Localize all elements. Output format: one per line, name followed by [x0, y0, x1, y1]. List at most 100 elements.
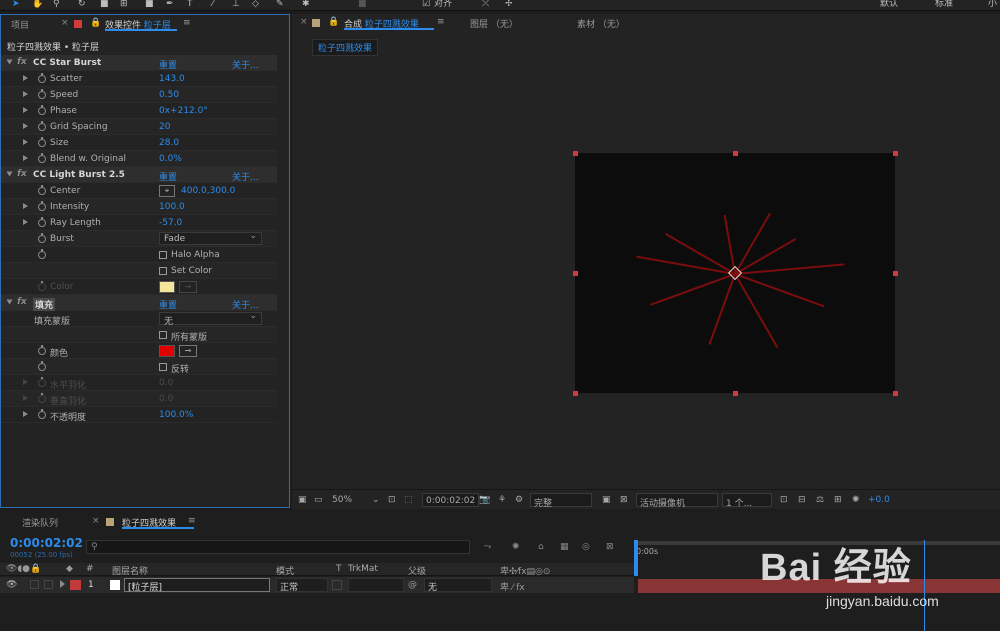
stopwatch-icon[interactable] [38, 201, 46, 211]
lock-toggle[interactable] [44, 580, 53, 589]
set-color-checkbox[interactable] [159, 267, 167, 275]
fx-icon[interactable]: fx [17, 297, 27, 307]
fx-icon[interactable]: fx [17, 169, 27, 179]
search-input[interactable]: ⚲ [86, 540, 470, 554]
lock-icon[interactable]: 🔒 [328, 17, 339, 27]
comp-subtab[interactable]: 粒子四溅效果 [312, 39, 379, 56]
stopwatch-icon[interactable] [38, 89, 46, 99]
transform-handle[interactable] [893, 271, 898, 276]
about-button[interactable]: 关于... [232, 58, 259, 71]
mask-tool-icon[interactable]: ■ [145, 0, 154, 10]
expand-arrow-icon[interactable] [23, 411, 28, 417]
stopwatch-icon[interactable] [38, 185, 46, 195]
stopwatch-icon[interactable] [38, 233, 46, 243]
about-button[interactable]: 关于... [232, 170, 259, 183]
layer-label-color[interactable] [70, 580, 81, 590]
expand-arrow-icon[interactable] [60, 580, 65, 588]
property-value[interactable]: 28.0 [159, 138, 179, 148]
workspace-default[interactable]: 默认 [880, 0, 898, 10]
hand-tool-icon[interactable]: ✋ [32, 0, 43, 10]
collapse-arrow-icon[interactable] [6, 59, 13, 65]
expand-arrow-icon[interactable] [23, 219, 28, 225]
color-swatch[interactable] [159, 345, 175, 357]
tab-project[interactable]: 项目 [11, 18, 29, 31]
property-value[interactable]: 100.0% [159, 410, 193, 420]
tab-render-queue[interactable]: 渲染队列 [22, 516, 58, 529]
lock-icon[interactable]: 🔒 [90, 18, 101, 28]
pickwhip-icon[interactable]: @ [408, 580, 417, 590]
rotate-tool-icon[interactable]: ↻ [78, 0, 86, 10]
shy-icon[interactable]: ⌂ [538, 542, 544, 552]
stopwatch-icon[interactable] [38, 249, 46, 259]
views-dropdown[interactable]: 1 个... [722, 493, 772, 509]
eye-icon[interactable]: 👁 [6, 580, 17, 590]
close-icon[interactable]: × [61, 18, 69, 28]
property-value[interactable]: -57.0 [159, 218, 182, 228]
tab-footage[interactable]: 素材 （无） [577, 17, 625, 30]
comp-mini-flowchart-icon[interactable]: ⤳ [484, 542, 491, 552]
stopwatch-icon[interactable] [38, 217, 46, 227]
expand-arrow-icon[interactable] [23, 75, 28, 81]
type-tool-icon[interactable]: T [187, 0, 193, 10]
panel-menu-icon[interactable]: ≡ [183, 18, 191, 28]
stopwatch-icon[interactable] [38, 153, 46, 163]
property-value[interactable]: 20 [159, 122, 170, 132]
all-masks-checkbox[interactable] [159, 331, 167, 339]
fill-mask-dropdown[interactable]: 无 [159, 311, 262, 327]
about-button[interactable]: 关于... [232, 298, 259, 311]
resolution-dropdown[interactable]: 完整 [530, 493, 592, 509]
property-value[interactable]: 400.0,300.0 [181, 186, 235, 196]
grid-icon[interactable]: ⊞ [834, 495, 842, 505]
selection-tool-icon[interactable]: ➤ [12, 0, 20, 10]
eyedropper-icon[interactable]: ⊸ [179, 345, 197, 357]
workspace-standard[interactable]: 标准 [935, 0, 953, 10]
close-icon[interactable]: × [92, 516, 100, 526]
effect-header-cc-light-burst[interactable]: fx CC Light Burst 2.5 重置 关于... [1, 167, 277, 183]
solo-toggle[interactable] [30, 580, 39, 589]
expand-arrow-icon[interactable] [23, 91, 28, 97]
toggle-pixel-icon[interactable]: ⊡ [780, 495, 788, 505]
pen-tool-icon[interactable]: ✒ [166, 0, 174, 10]
invert-checkbox[interactable] [159, 363, 167, 371]
viewer-timecode[interactable]: 0:00:02:02 [422, 493, 480, 507]
monitor-icon[interactable]: ▭ [314, 495, 323, 505]
graph-editor-icon[interactable]: ⊠ [606, 542, 614, 552]
stopwatch-icon[interactable] [38, 73, 46, 83]
anchor-point-icon[interactable] [727, 265, 743, 281]
current-time-indicator[interactable] [924, 540, 925, 631]
frame-blending-icon[interactable]: ▦ [560, 542, 569, 552]
collapse-arrow-icon[interactable] [6, 299, 13, 305]
expand-arrow-icon[interactable] [23, 155, 28, 161]
reset-button[interactable]: 重置 [159, 298, 177, 311]
stopwatch-icon[interactable] [38, 345, 46, 355]
motion-blur-icon[interactable]: ◎ [582, 542, 590, 552]
clone-stamp-tool-icon[interactable]: ⊥ [232, 0, 240, 10]
property-value[interactable]: 143.0 [159, 74, 185, 84]
layer-name-field[interactable]: [粒子层] [124, 578, 270, 593]
region-of-interest-icon[interactable]: ⬚ [404, 495, 413, 505]
camera-dropdown[interactable]: 活动摄像机 [636, 493, 718, 509]
roto-brush-tool-icon[interactable]: ✎ [276, 0, 284, 10]
align-checkbox[interactable]: ☑ [422, 0, 430, 10]
tab-layer[interactable]: 图层 （无） [470, 17, 518, 30]
reset-button[interactable]: 重置 [159, 170, 177, 183]
expand-arrow-icon[interactable] [23, 107, 28, 113]
fit-icon[interactable]: ⊡ [388, 495, 396, 505]
layer-switches-icons[interactable]: 卑 ⁄ fx [500, 580, 525, 593]
halo-alpha-checkbox[interactable] [159, 251, 167, 259]
draft-3d-icon[interactable]: ✺ [512, 542, 520, 552]
transform-handle[interactable] [733, 391, 738, 396]
panel-menu-icon[interactable]: ≡ [188, 516, 196, 526]
transform-handle[interactable] [573, 391, 578, 396]
col-layer-name[interactable]: 图层名称 [112, 564, 148, 577]
fx-icon[interactable]: fx [17, 57, 27, 67]
always-preview-icon[interactable]: ▣ [298, 495, 307, 505]
expand-arrow-icon[interactable] [23, 139, 28, 145]
expand-arrow-icon[interactable] [23, 123, 28, 129]
parent-dropdown[interactable]: 无 [424, 578, 492, 593]
trkmat-dropdown[interactable] [348, 578, 404, 592]
panel-menu-icon[interactable]: ≡ [437, 17, 445, 27]
transform-handle[interactable] [893, 151, 898, 156]
layer-row[interactable]: 👁 1 [粒子层] 正常 @ 无 卑 ⁄ fx [0, 577, 634, 593]
pan-behind-tool-icon[interactable]: ⊞ [120, 0, 128, 10]
